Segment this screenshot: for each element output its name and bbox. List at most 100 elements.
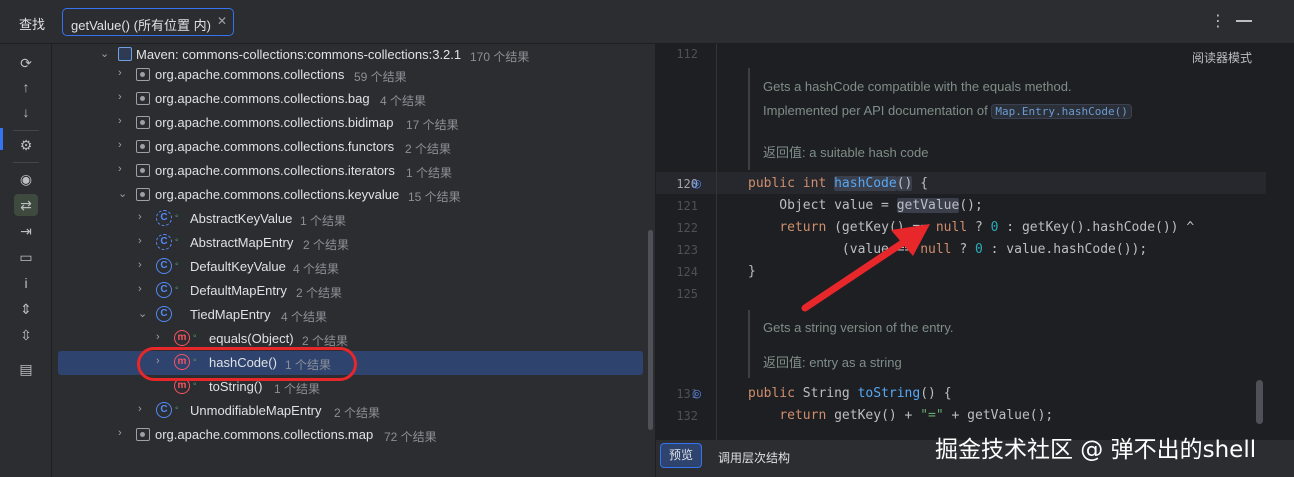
code-preview[interactable]: 112 120 ◎ 121 122 123 124 125 131 ◎ 132 … [656,44,1294,440]
line-number: 121 [676,199,698,213]
export-icon[interactable]: ⇥ [14,220,38,242]
tree-row-label: org.apache.commons.collections.iterators [155,163,395,178]
tab-call-hierarchy[interactable]: 调用层次结构 [718,449,790,466]
editor-scrollbar[interactable] [1256,380,1263,424]
tree-row-count: 2 个结果 [334,406,381,420]
chevron-right-icon[interactable]: › [118,163,122,175]
tree-row-count: 2 个结果 [405,142,452,156]
chevron-right-icon[interactable]: › [118,115,122,127]
tab-preview[interactable]: 预览 [660,443,702,468]
tree-row-package[interactable]: › org.apache.commons.collections.map 72 … [52,423,646,447]
tree-row-label: equals(Object) [209,331,294,346]
tree-row-label: org.apache.commons.collections.functors [155,139,395,154]
tree-row-package[interactable]: › org.apache.commons.collections.iterato… [52,159,646,183]
merge-icon[interactable]: ⇄ [14,194,38,216]
javadoc-returns: 返回值: entry as a string [763,355,902,370]
tree-row-package[interactable]: › org.apache.commons.collections.bidimap… [52,111,646,135]
tree-row-label: TiedMapEntry [190,307,271,322]
minimize-icon[interactable] [1236,20,1252,22]
chevron-right-icon[interactable]: › [138,283,142,295]
tree-row-class[interactable]: › C ◦ DefaultMapEntry 2 个结果 [52,279,646,303]
tree-row-package[interactable]: › org.apache.commons.collections.functor… [52,135,646,159]
tree-row-method[interactable]: › m ◦ equals(Object) 2 个结果 [52,327,646,351]
tree-row-count: 2 个结果 [296,286,343,300]
chevron-right-icon[interactable]: › [138,403,142,415]
tree-row-count: 4 个结果 [380,94,427,108]
tree-row-count: 4 个结果 [293,262,340,276]
tree-row-count: 1 个结果 [274,382,321,396]
code-line: } [748,264,756,279]
public-icon: ◦ [175,235,179,246]
chevron-right-icon[interactable]: › [138,211,142,223]
folder-icon[interactable]: ▭ [14,246,38,268]
reader-mode-toggle[interactable]: 阅读器模式 [1192,49,1252,66]
collapse-icon[interactable]: ⇳ [14,324,38,346]
tree-row-count: 2 个结果 [303,238,350,252]
arrow-down-icon[interactable]: ↓ [14,101,38,123]
arrow-up-icon[interactable]: ↑ [14,76,38,98]
line-number: 122 [676,221,698,235]
tree-row-label: AbstractKeyValue [190,211,293,226]
javadoc-text: Implemented per API documentation of Map… [763,103,1132,119]
search-result-tab[interactable]: getValue() (所有位置 内) ✕ [62,8,234,36]
tree-row-method[interactable]: m ◦ toString() 1 个结果 [52,375,646,399]
public-icon: ◦ [193,331,197,342]
info-icon[interactable]: i [14,272,38,294]
chevron-right-icon[interactable]: › [138,235,142,247]
tree-scrollbar[interactable] [648,230,653,430]
close-icon[interactable]: ✕ [217,14,227,28]
code-line: public String toString() { [748,386,952,401]
line-number: 112 [676,47,698,61]
javadoc-block [748,310,750,378]
chevron-right-icon[interactable]: › [118,91,122,103]
tree-row-class[interactable]: ⌄ C TiedMapEntry 4 个结果 [52,303,646,327]
tree-row-count: 72 个结果 [384,430,437,444]
package-icon [136,68,150,81]
javadoc-returns: 返回值: a suitable hash code [763,145,929,160]
javadoc-text-prefix: Implemented per API documentation of [763,103,992,118]
tree-row-count: 59 个结果 [354,70,407,84]
eye-icon[interactable]: ◉ [14,168,38,190]
chevron-down-icon[interactable]: ⌄ [100,47,109,60]
chevron-right-icon[interactable]: › [118,139,122,151]
override-icon[interactable]: ◎ [692,177,702,190]
tree-row-package[interactable]: ⌄ org.apache.commons.collections.keyvalu… [52,183,646,207]
tree-row-label: UnmodifiableMapEntry [190,403,322,418]
toolbar-divider [13,162,39,163]
more-options-icon[interactable]: ⋮ [1210,11,1226,31]
chevron-right-icon[interactable]: › [138,259,142,271]
settings-icon[interactable]: ⚙ [14,134,38,156]
class-icon: C [156,258,172,274]
package-icon [136,140,150,153]
expand-icon[interactable]: ⇕ [14,298,38,320]
tree-row-label: Maven: commons-collections:commons-colle… [136,47,462,62]
red-circle-annotation [137,347,357,381]
tree-row-class[interactable]: › C ◦ AbstractKeyValue 1 个结果 [52,207,646,231]
method-icon: m [174,330,190,346]
tree-row-class[interactable]: › C ◦ UnmodifiableMapEntry 2 个结果 [52,399,646,423]
javadoc-code-link[interactable]: Map.Entry.hashCode() [991,104,1132,119]
javadoc-text: Gets a string version of the entry. [763,320,954,335]
line-number: 124 [676,265,698,279]
toolbar-divider [13,130,39,131]
chevron-right-icon[interactable]: › [156,331,160,343]
refresh-icon[interactable]: ⟳ [14,52,38,74]
chevron-down-icon[interactable]: ⌄ [138,307,147,320]
tree-row-package[interactable]: › org.apache.commons.collections 59 个结果 [52,63,646,87]
watermark: 掘金技术社区 @ 弹不出的shell [935,437,1257,463]
preview-icon[interactable]: ▤ [14,358,38,380]
tree-row-label: toString() [209,379,263,394]
gutter-separator [716,44,717,440]
chevron-down-icon[interactable]: ⌄ [118,187,127,200]
public-icon: ◦ [175,211,179,222]
chevron-right-icon[interactable]: › [118,67,122,79]
class-icon: C [156,402,172,418]
tree-row-class[interactable]: › C ◦ AbstractMapEntry 2 个结果 [52,231,646,255]
active-indicator [0,128,3,150]
tree-row-package[interactable]: › org.apache.commons.collections.bag 4 个… [52,87,646,111]
override-icon[interactable]: ◎ [692,387,702,400]
tree-row-class[interactable]: › C ◦ DefaultKeyValue 4 个结果 [52,255,646,279]
class-icon: C [156,306,172,322]
chevron-right-icon[interactable]: › [118,427,122,439]
line-number: 125 [676,287,698,301]
